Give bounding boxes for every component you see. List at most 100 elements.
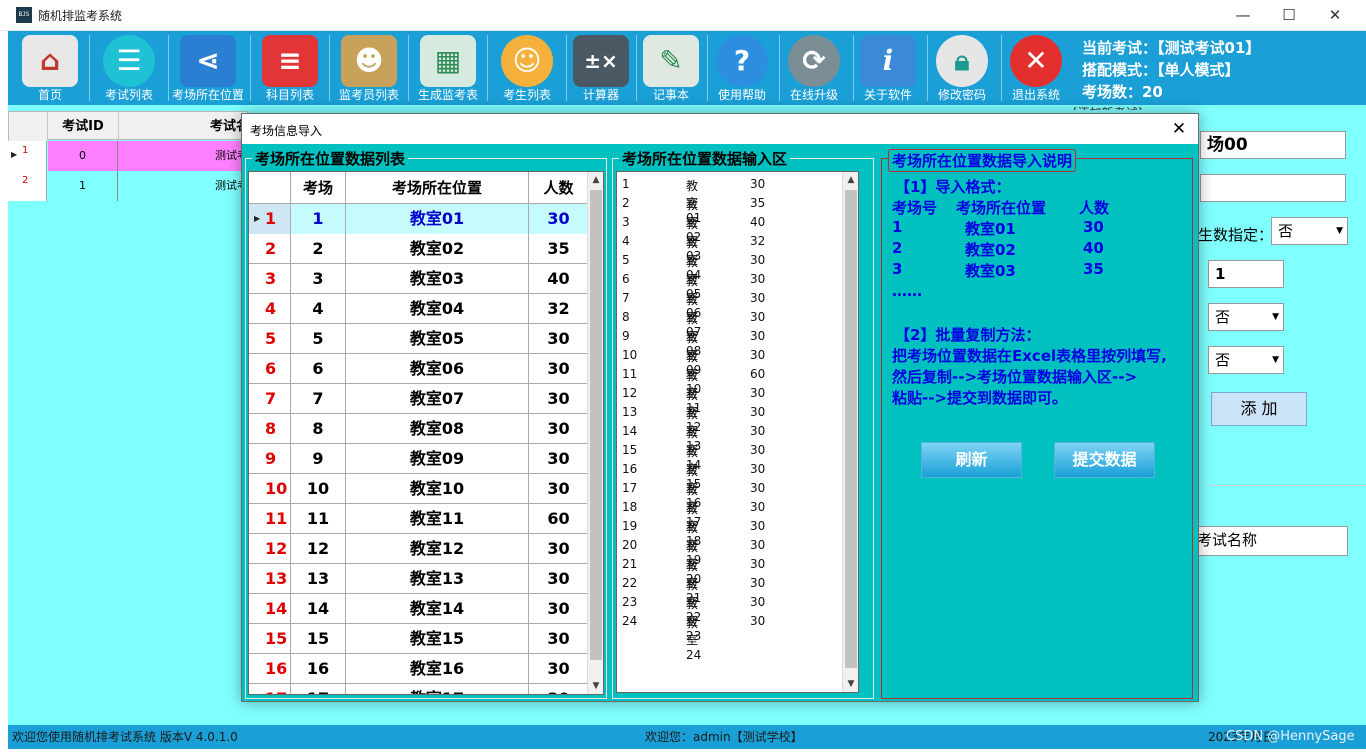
row-number: 8 [249,414,291,444]
row-number: 10 [249,474,291,504]
cell-room: 7 [291,384,346,414]
upgrade-icon: ⟳ [788,35,840,87]
refresh-button[interactable]: 刷新 [921,442,1022,478]
scrollbar-thumb[interactable] [845,190,857,668]
toolbar-notepad-button[interactable]: ✎ 记事本 [638,33,704,105]
toolbar-about-button[interactable]: i 关于软件 [855,33,921,105]
submit-data-button[interactable]: 提交数据 [1054,442,1155,478]
table-row[interactable]: 14 14 教室14 30 [249,594,589,624]
table-row[interactable]: 9 9 教室09 30 [249,444,589,474]
input-text-room: 2 [622,196,630,210]
input-scrollbar[interactable]: ▲ ▼ [842,172,858,692]
table-row[interactable]: 12 12 教室12 30 [249,534,589,564]
table-row[interactable]: 6 6 教室06 30 [249,354,589,384]
table-row[interactable]: 1717教室1730 [249,684,589,694]
table-row[interactable]: 16 16 教室16 30 [249,654,589,684]
cell-count: 30 [529,624,589,654]
close-window-button[interactable]: ✕ [1312,0,1358,31]
toolbar-change-password-button[interactable]: 🔒︎ 修改密码 [929,33,995,105]
table-row[interactable]: 10 10 教室10 30 [249,474,589,504]
toolbar-label: 生成监考表 [417,88,478,102]
scroll-down-icon[interactable]: ▼ [588,678,603,694]
calculator-icon: ±× [573,35,629,87]
table-scrollbar[interactable]: ▲ ▼ [587,172,603,694]
data-input-textarea[interactable]: 1 教室01 30 2 教室02 35 3 教室03 40 4 教室04 32 5 教室05 30 6 教室06… [616,171,859,693]
generate-table-icon: ▦ [420,35,476,87]
grid-row[interactable]: 2 1 测试考 [8,171,248,201]
toolbar-generate-table-button[interactable]: ▦ 生成监考表 [410,33,486,105]
help-icon: ? [716,35,768,87]
toolbar-label: 首页 [37,88,62,102]
cell-room: 2 [291,234,346,264]
toolbar-home-button[interactable]: ⌂ 首页 [12,33,88,105]
table-row[interactable]: 3 3 教室03 40 [249,264,589,294]
minimize-button[interactable]: — [1220,0,1266,31]
exam-name-field[interactable]: 考试名称 [1190,526,1348,556]
option-select-1[interactable]: 否 ▼ [1208,303,1284,331]
toolbar-help-button[interactable]: ? 使用帮助 [709,33,775,105]
notepad-icon: ✎ [643,35,699,87]
lock-icon: 🔒︎ [936,35,988,87]
table-row[interactable]: 4 4 教室04 32 [249,294,589,324]
cell-count: 30 [529,444,589,474]
toolbar-exam-list-button[interactable]: ☰ 考试列表 [91,33,167,105]
scroll-up-icon[interactable]: ▲ [588,172,603,188]
table-row[interactable]: 1 ▶ 1 教室01 30 [249,204,589,234]
toolbar-separator [250,35,251,101]
scrollbar-thumb[interactable] [590,190,602,660]
help-example-location: 教室03 [965,262,1016,280]
toolbar-room-location-button[interactable]: ⋖ 考场所在位置 [170,33,246,105]
toolbar-subject-list-button[interactable]: ≡ 科目列表 [252,33,328,105]
cell-location: 教室12 [346,534,529,564]
input-text-room: 10 [622,348,638,362]
table-row[interactable]: 15 15 教室15 30 [249,624,589,654]
toolbar-separator [168,35,169,101]
table-row[interactable]: 11 11 教室11 60 [249,504,589,534]
help-ellipsis: …… [892,282,922,300]
toolbar-student-list-button[interactable]: ☺ 考生列表 [489,33,565,105]
table-header-room: 考场 [291,172,346,204]
toolbar-upgrade-button[interactable]: ⟳ 在线升级 [781,33,847,105]
row-number: 3 [249,264,291,294]
toolbar-exit-button[interactable]: ✕ 退出系统 [1003,33,1069,105]
cell-location: 教室05 [346,324,529,354]
toolbar-label: 科目列表 [265,88,314,102]
number-field[interactable]: 1 [1208,260,1284,288]
maximize-button[interactable]: ☐ [1266,0,1312,31]
toolbar-proctor-list-button[interactable]: ☻ 监考员列表 [331,33,407,105]
option-select-2[interactable]: 否 ▼ [1208,346,1284,374]
table-row[interactable]: 2 2 教室02 35 [249,234,589,264]
room-location-table[interactable]: 考场 考场所在位置 人数 1 ▶ 1 教室01 30 2 2 教室02 35 3 3 教室03 40 4 4… [248,171,604,695]
input-text-room: 3 [622,215,630,229]
cell-count: 30 [529,354,589,384]
row-number: 12 [249,534,291,564]
room-count-text: 考场数：20 [1082,83,1163,101]
help-example-count: 35 [1083,260,1104,278]
cell-location: 教室04 [346,294,529,324]
cell-room: 9 [291,444,346,474]
input-text-room: 18 [622,500,638,514]
table-row[interactable]: 13 13 教室13 30 [249,564,589,594]
toolbar-calculator-button[interactable]: ±× 计算器 [568,33,634,105]
grid-row[interactable]: ▶ 1 0 测试考 [8,141,248,171]
row-number: 2 [249,234,291,264]
help-format-heading: 【1】导入格式： [895,178,1011,196]
secondary-field[interactable] [1200,174,1346,202]
scroll-down-icon[interactable]: ▼ [843,676,859,692]
input-text-count: 30 [750,177,766,191]
scroll-up-icon[interactable]: ▲ [843,172,859,188]
dialog-close-button[interactable]: ✕ [1164,114,1194,144]
row-number: 5 [249,324,291,354]
table-row[interactable]: 8 8 教室08 30 [249,414,589,444]
count-assign-select[interactable]: 否 ▼ [1271,217,1348,245]
row-number: 13 [249,564,291,594]
cell-count: 60 [529,504,589,534]
table-header-location: 考场所在位置 [346,172,529,204]
help-copy-line: 然后复制-->考场位置数据输入区--> [892,368,1138,386]
input-text-count: 30 [750,405,766,419]
table-row[interactable]: 7 7 教室07 30 [249,384,589,414]
room-name-field[interactable]: 场00 [1200,131,1346,159]
add-button[interactable]: 添 加 [1211,392,1307,426]
cell-count: 30 [529,384,589,414]
table-row[interactable]: 5 5 教室05 30 [249,324,589,354]
